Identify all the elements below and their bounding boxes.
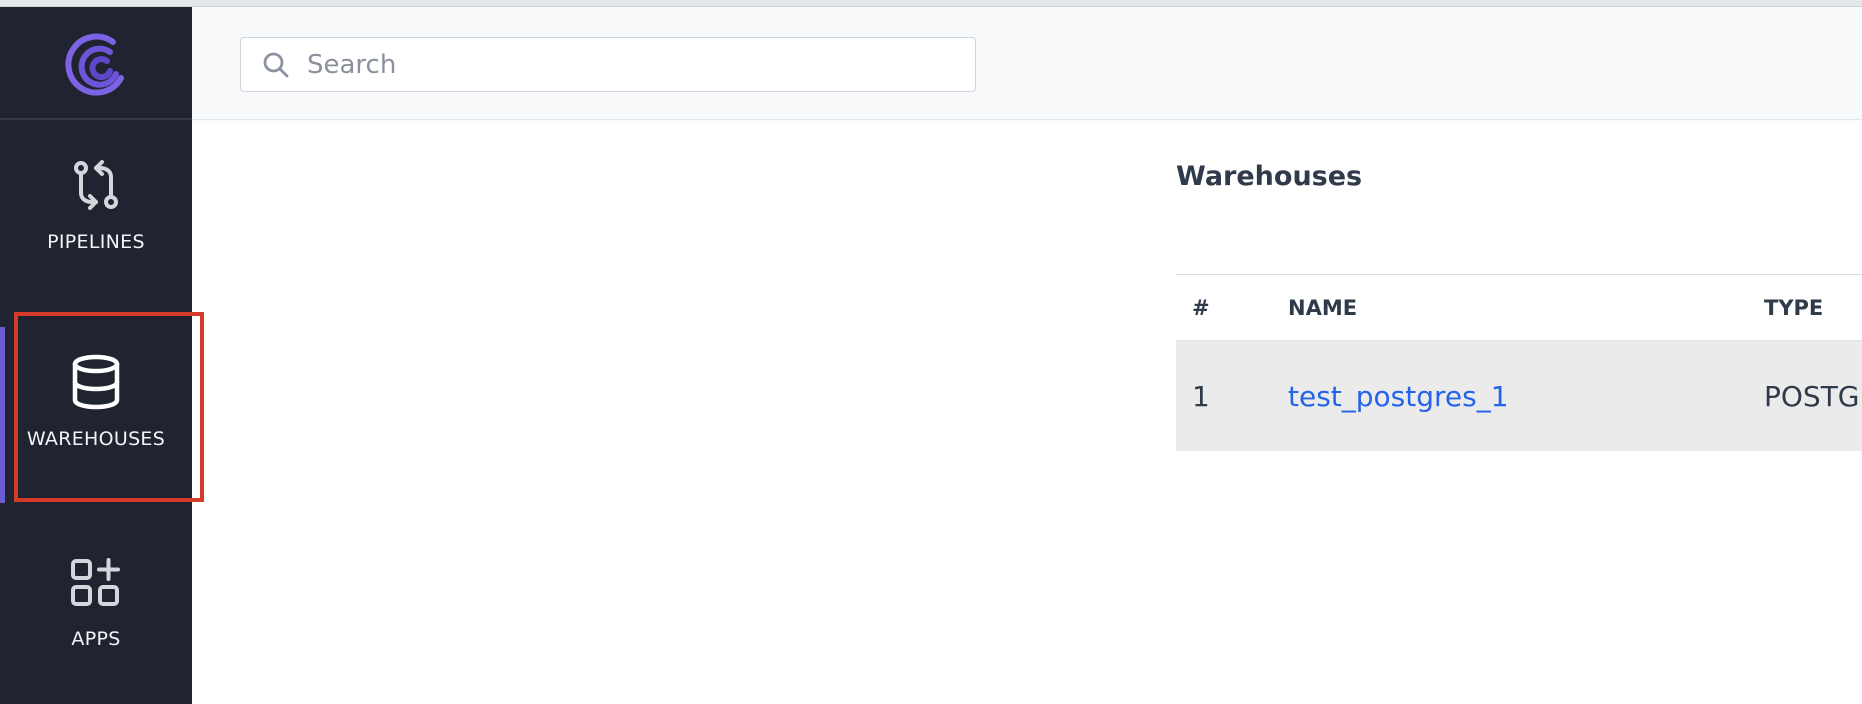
row-name-cell: test_postgres_1 — [1272, 380, 1748, 413]
sidebar-item-label: PIPELINES — [47, 231, 145, 253]
search-icon — [261, 50, 291, 80]
sidebar-item-pipelines[interactable]: PIPELINES — [0, 155, 192, 253]
warehouse-name-link[interactable]: test_postgres_1 — [1288, 380, 1509, 413]
warehouses-table: # NAME TYPE 1 test_postgres_1 POSTGRES — [1176, 274, 1862, 451]
page-title: Warehouses — [1176, 161, 1363, 192]
column-header-name: NAME — [1288, 295, 1358, 320]
column-header-type: TYPE — [1764, 295, 1824, 320]
search-input[interactable] — [307, 49, 927, 80]
pipelines-icon — [66, 155, 126, 215]
sidebar: PIPELINES WAREHOUSES APPS — [0, 7, 192, 704]
main-content: Warehouses # NAME TYPE 1 test_postgres_1… — [192, 121, 1862, 704]
apps-icon — [66, 552, 126, 612]
logo-icon — [65, 33, 124, 96]
window-top-edge — [0, 0, 1862, 7]
sidebar-item-apps[interactable]: APPS — [0, 552, 192, 650]
table-header: # NAME TYPE — [1176, 275, 1862, 341]
table-row[interactable]: 1 test_postgres_1 POSTGRES — [1176, 341, 1862, 451]
sidebar-item-label: WAREHOUSES — [26, 428, 166, 450]
row-type: POSTGRES — [1764, 379, 1862, 413]
column-header-number: # — [1192, 295, 1210, 320]
sidebar-item-warehouses[interactable]: WAREHOUSES — [0, 352, 192, 450]
search-bar[interactable] — [240, 37, 976, 92]
logo[interactable] — [0, 7, 192, 120]
sidebar-item-label: APPS — [71, 628, 121, 650]
header — [192, 7, 1862, 120]
database-icon — [66, 352, 126, 412]
row-number: 1 — [1192, 379, 1210, 413]
